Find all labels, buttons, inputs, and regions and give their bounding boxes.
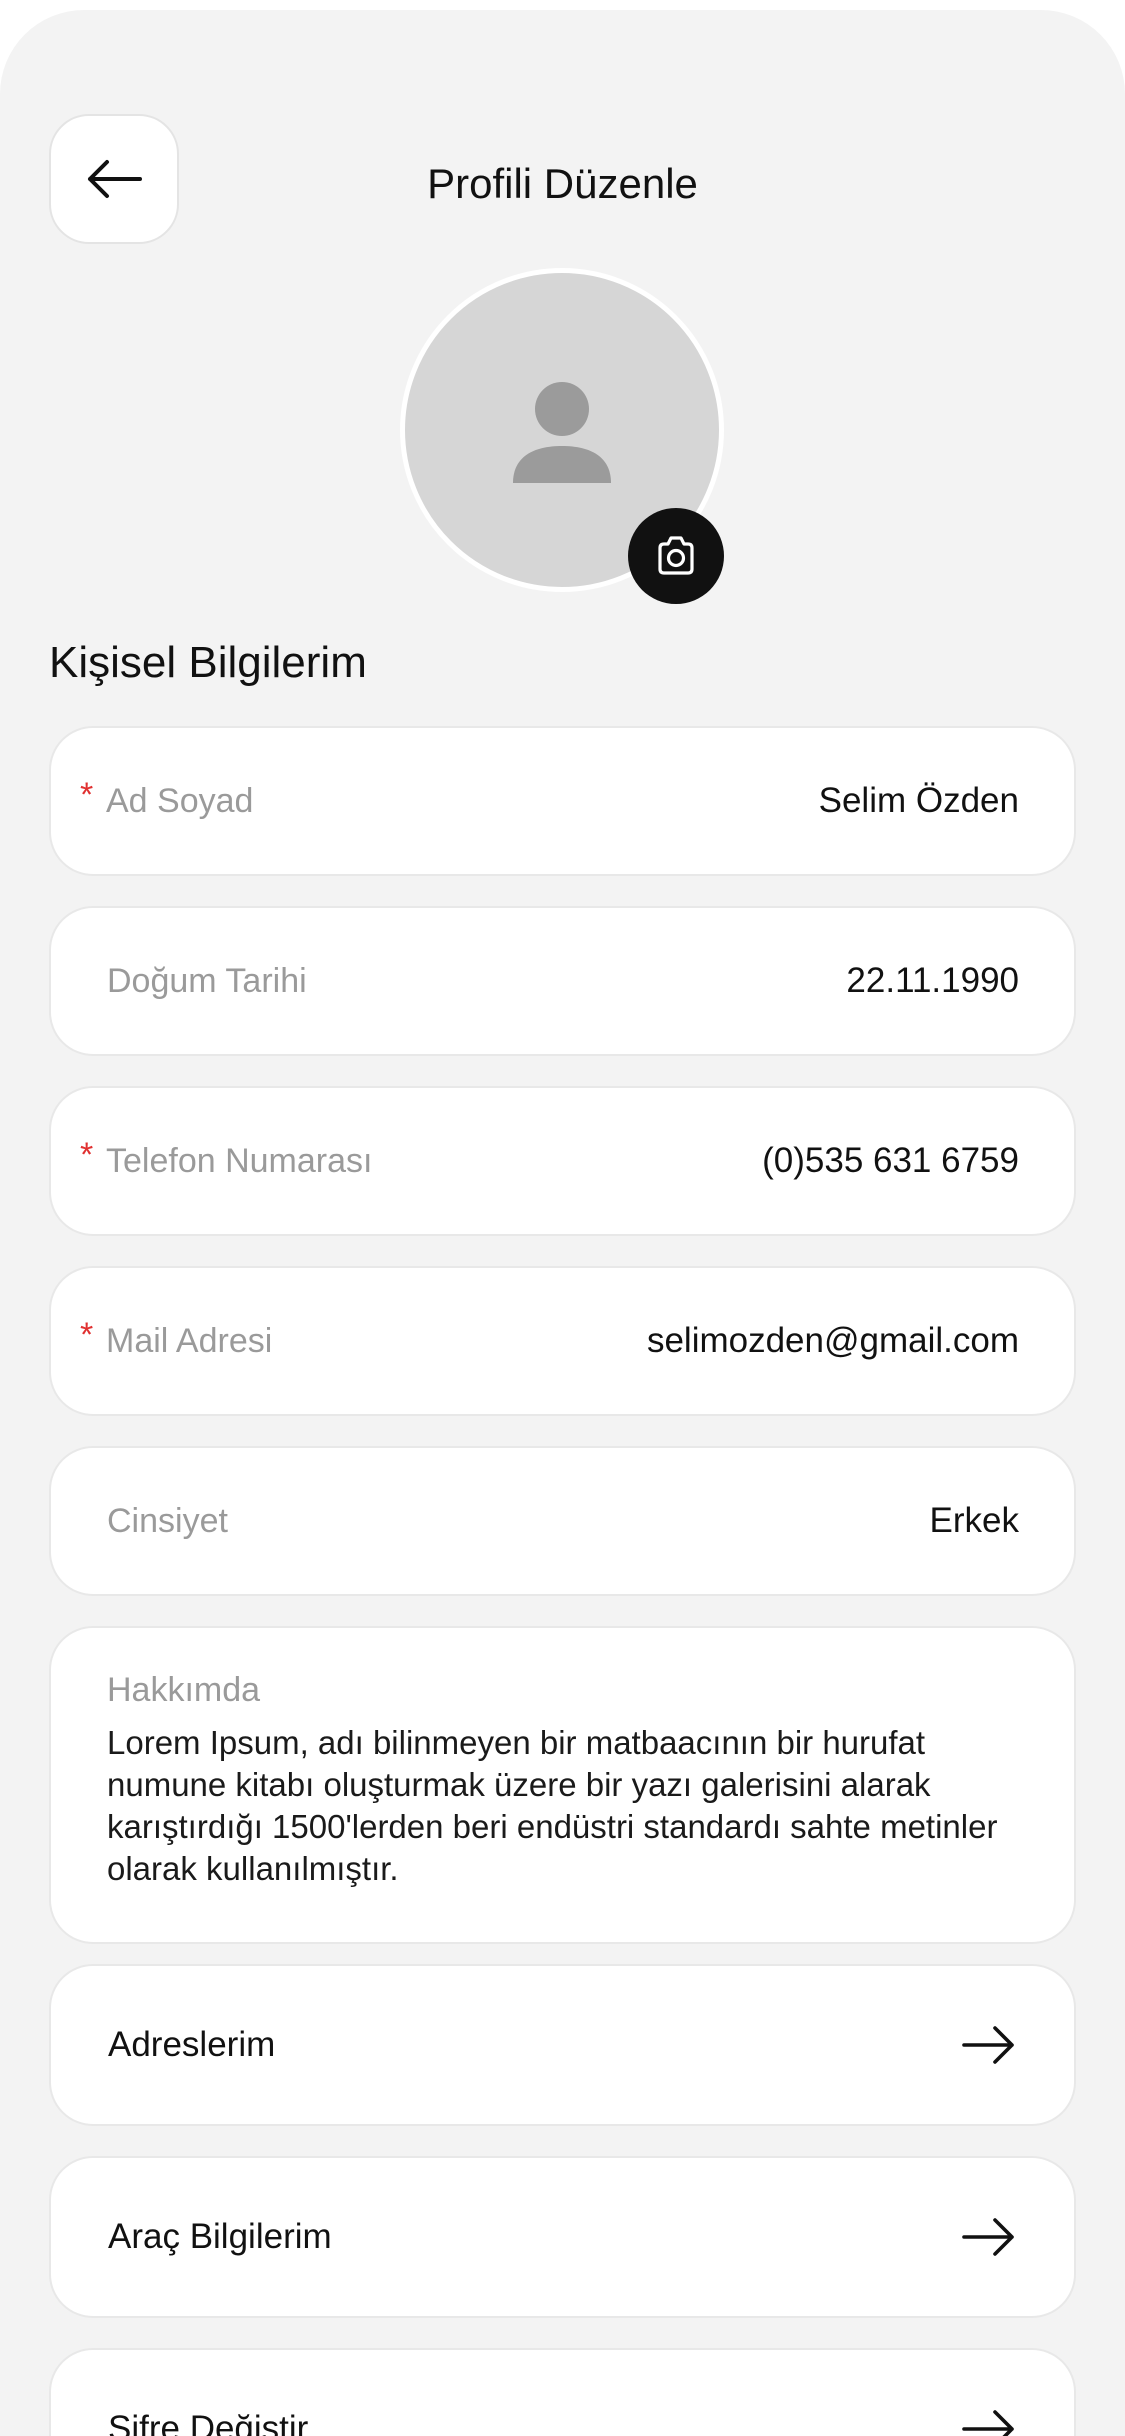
field-label: Ad Soyad	[106, 781, 254, 820]
addresses-link[interactable]: Adreslerim	[49, 1964, 1076, 2126]
arrow-right-icon	[962, 2218, 1014, 2256]
field-label: Doğum Tarihi	[107, 961, 307, 1000]
required-marker: *	[80, 1135, 94, 1174]
field-label: Hakkımda	[107, 1671, 261, 1709]
link-label: Araç Bilgilerim	[108, 2217, 332, 2256]
field-label: Mail Adresi	[106, 1321, 273, 1360]
about-field[interactable]: Hakkımda Lorem Ipsum, adı bilinmeyen bir…	[49, 1626, 1076, 1944]
about-text: Lorem Ipsum, adı bilinmeyen bir matbaacı…	[107, 1724, 998, 1887]
link-label: Adreslerim	[108, 2025, 276, 2064]
link-label: Şifre Değiştir	[108, 2409, 309, 2436]
field-value: selimozden@gmail.com	[646, 1321, 1019, 1360]
field-value: Selim Özden	[818, 781, 1019, 820]
vehicle-info-link[interactable]: Araç Bilgilerim	[49, 2156, 1076, 2318]
arrow-right-icon	[962, 2410, 1014, 2436]
field-label: Telefon Numarası	[106, 1141, 373, 1180]
email-field[interactable]: * Mail Adresi selimozden@gmail.com	[49, 1266, 1076, 1416]
field-value: 22.11.1990	[846, 961, 1019, 1000]
name-field[interactable]: * Ad Soyad Selim Özden	[49, 726, 1076, 876]
arrow-right-icon	[962, 2026, 1014, 2064]
birth-date-field[interactable]: Doğum Tarihi 22.11.1990	[49, 906, 1076, 1056]
change-photo-button[interactable]	[628, 508, 724, 604]
phone-field[interactable]: * Telefon Numarası (0)535 631 6759	[49, 1086, 1076, 1236]
camera-icon	[658, 536, 694, 575]
gender-field[interactable]: Cinsiyet Erkek	[49, 1446, 1076, 1596]
change-password-link[interactable]: Şifre Değiştir	[49, 2348, 1076, 2436]
field-label: Cinsiyet	[107, 1501, 228, 1540]
field-value: Erkek	[929, 1501, 1019, 1540]
required-marker: *	[80, 775, 94, 814]
edit-profile-screen: Profili Düzenle Kişisel Bilgilerim * Ad …	[0, 10, 1125, 2436]
required-marker: *	[80, 1315, 94, 1354]
section-title: Kişisel Bilgilerim	[49, 638, 367, 687]
page-title: Profili Düzenle	[427, 160, 698, 207]
field-value: (0)535 631 6759	[762, 1141, 1019, 1180]
